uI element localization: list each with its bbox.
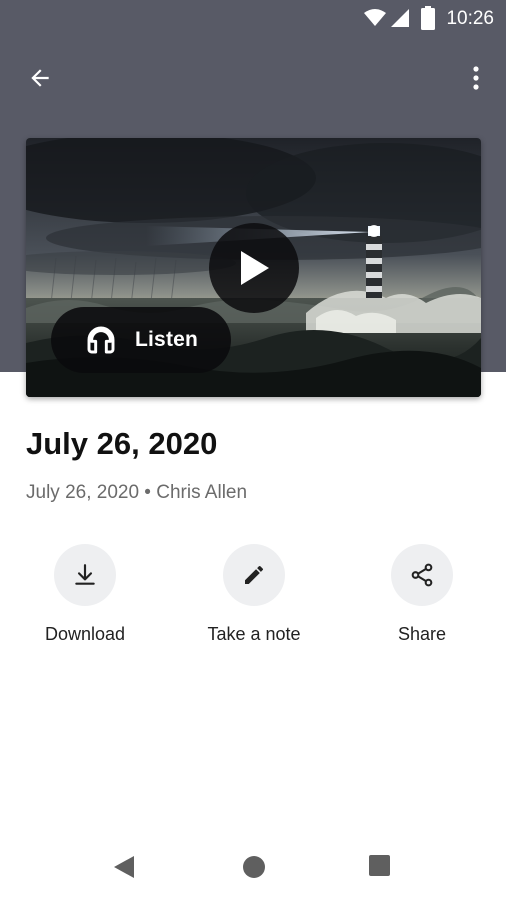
take-a-note-circle [223,544,285,606]
wifi-icon [364,9,386,32]
share-icon [411,563,433,587]
page-subtitle: July 26, 2020 • Chris Allen [26,482,248,503]
download-icon [75,564,95,585]
app-bar [0,48,506,100]
headphones-icon [87,326,115,354]
more-vertical-icon [473,66,479,90]
download-circle [54,544,116,606]
pencil-icon [245,565,264,584]
take-a-note-button[interactable]: Take a note [184,544,324,645]
share-circle [391,544,453,606]
download-button[interactable]: Download [15,544,155,645]
status-time: 10:26 [446,8,494,29]
battery-icon [421,6,435,35]
share-label: Share [397,624,447,644]
hero-image: Listen [26,138,481,397]
status-bar: 10:26 [0,0,506,36]
nav-home-icon[interactable] [243,856,265,878]
page-title: July 26, 2020 [26,426,218,461]
nav-recents-icon[interactable] [369,855,390,876]
download-label: Download [44,624,126,644]
take-a-note-label: Take a note [207,624,301,644]
play-button[interactable] [209,223,299,313]
system-nav-bar [0,834,506,900]
play-icon [241,251,269,285]
nav-back-icon[interactable] [112,854,136,885]
listen-button[interactable]: Listen [51,307,231,373]
arrow-back-icon [31,69,49,87]
listen-label: Listen [135,328,199,351]
cell-signal-icon [390,8,410,33]
share-button[interactable]: Share [352,544,492,645]
lighthouse [366,225,382,298]
back-button[interactable] [16,56,64,100]
more-options-button[interactable] [454,56,498,100]
